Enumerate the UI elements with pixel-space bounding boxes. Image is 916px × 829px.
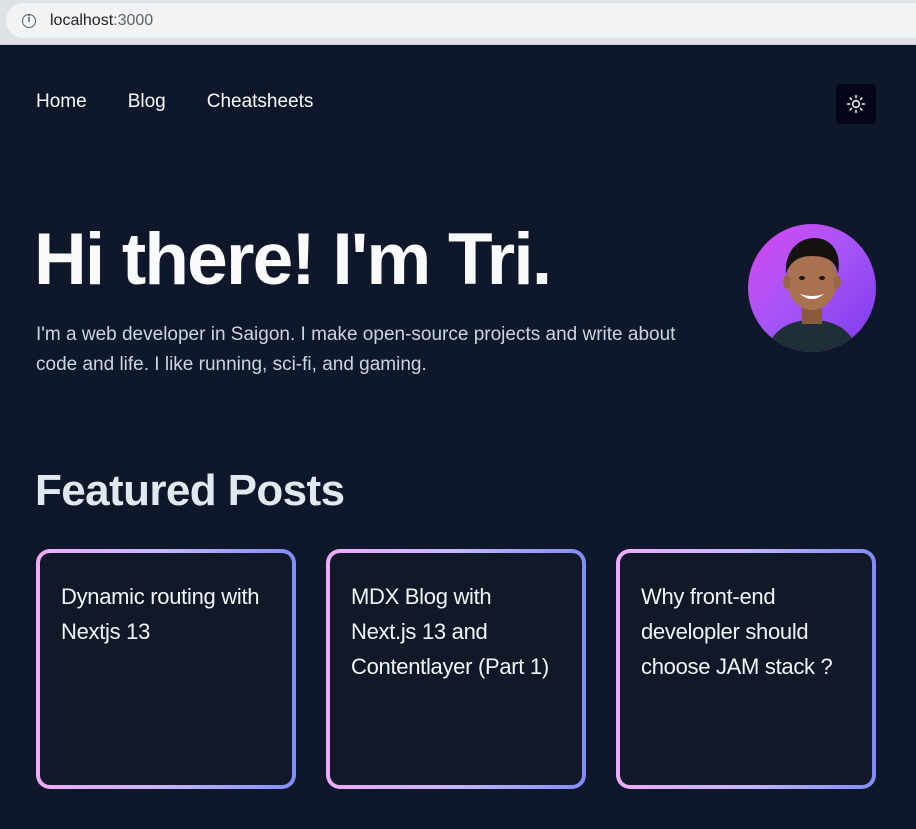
post-card-title[interactable]: Why front-end developler should choose J… bbox=[641, 579, 851, 684]
post-card[interactable]: MDX Blog with Next.js 13 and Contentlaye… bbox=[326, 549, 586, 789]
post-card[interactable]: Why front-end developler should choose J… bbox=[616, 549, 876, 789]
nav-item-blog[interactable]: Blog bbox=[128, 91, 166, 113]
post-card-body: MDX Blog with Next.js 13 and Contentlaye… bbox=[330, 553, 582, 785]
hero-title: Hi there! I'm Tri. bbox=[34, 219, 552, 300]
post-card-title[interactable]: Dynamic routing with Nextjs 13 bbox=[61, 579, 271, 649]
post-card-body: Why front-end developler should choose J… bbox=[620, 553, 872, 785]
post-card[interactable]: Dynamic routing with Nextjs 13 bbox=[36, 549, 296, 789]
avatar-photo bbox=[766, 238, 858, 352]
nav-item-home[interactable]: Home bbox=[36, 91, 87, 113]
post-card-title[interactable]: MDX Blog with Next.js 13 and Contentlaye… bbox=[351, 579, 561, 684]
avatar bbox=[748, 224, 876, 352]
info-icon[interactable]: i bbox=[22, 13, 36, 28]
hero-description: I'm a web developer in Saigon. I make op… bbox=[36, 324, 676, 375]
browser-toolbar: i localhost:3000 bbox=[0, 0, 916, 45]
featured-posts-heading: Featured Posts bbox=[35, 466, 345, 515]
sun-icon bbox=[846, 94, 866, 114]
post-card-body: Dynamic routing with Nextjs 13 bbox=[40, 553, 292, 785]
theme-toggle-button[interactable] bbox=[836, 84, 876, 124]
nav-item-cheatsheets[interactable]: Cheatsheets bbox=[207, 91, 314, 113]
main-nav: Home Blog Cheatsheets bbox=[36, 91, 313, 113]
url-host: localhost bbox=[50, 11, 114, 29]
address-bar[interactable]: i localhost:3000 bbox=[6, 3, 916, 38]
url-port: :3000 bbox=[113, 11, 154, 29]
